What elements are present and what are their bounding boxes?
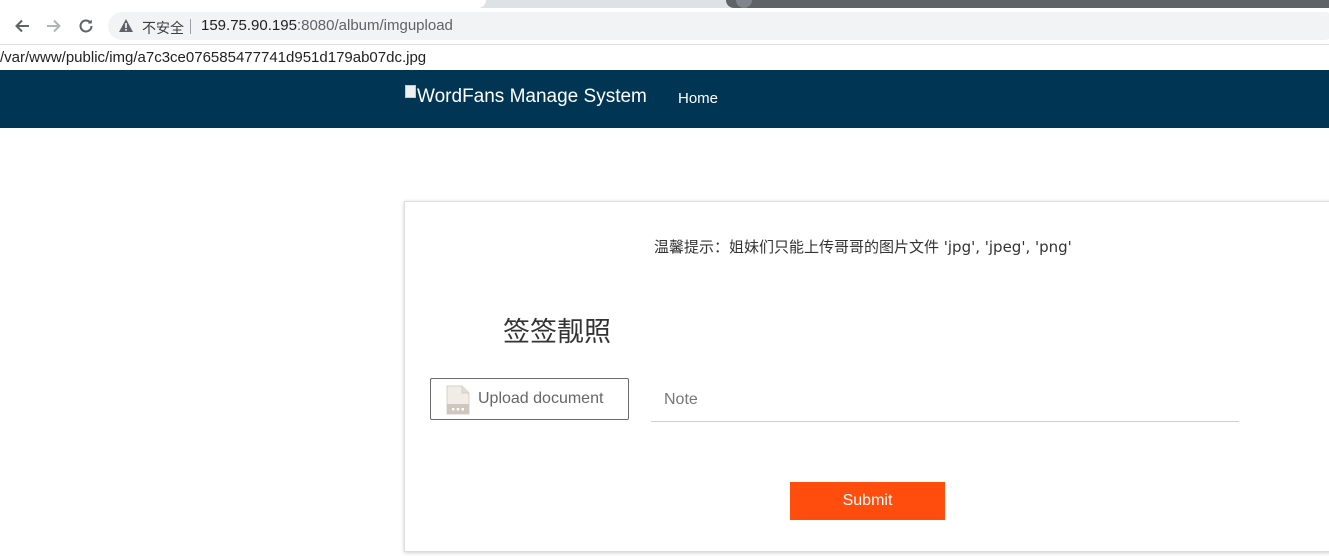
note-input[interactable] <box>651 378 1239 422</box>
browser-toolbar: 不安全 159.75.90.195:8080/album/imgupload <box>0 8 1329 45</box>
arrow-left-icon <box>15 19 29 33</box>
back-button[interactable] <box>10 14 34 38</box>
broken-image-icon <box>405 85 416 98</box>
logo-alt-text: Word <box>417 86 463 107</box>
reload-icon <box>79 19 93 33</box>
url-host: 159.75.90.195 <box>201 17 297 34</box>
debug-output-path: /var/www/public/img/a7c3ce076585477741d9… <box>0 49 427 66</box>
security-status[interactable]: 不安全 <box>142 18 184 38</box>
address-bar[interactable]: 不安全 159.75.90.195:8080/album/imgupload <box>108 12 1329 40</box>
top-navbar: Word Fans Manage System Home <box>0 70 1329 128</box>
reload-button[interactable] <box>74 14 98 38</box>
document-icon <box>446 385 470 415</box>
upload-document-button[interactable]: Upload document <box>430 378 629 420</box>
address-separator <box>190 19 191 34</box>
browser-tab-strip <box>0 0 1329 8</box>
arrow-right-icon <box>47 19 61 33</box>
nav-home-link[interactable]: Home <box>678 90 718 107</box>
address-url[interactable]: 159.75.90.195:8080/album/imgupload <box>201 17 453 34</box>
broken-image-logo: Word <box>405 85 463 108</box>
url-path: :8080/album/imgupload <box>296 17 453 34</box>
brand-link[interactable]: Word Fans Manage System <box>405 85 647 108</box>
form-title: 签签靓照 <box>503 317 611 348</box>
upload-tip: 温馨提示：姐妹们只能上传哥哥的图片文件 'jpg', 'jpeg', 'png' <box>654 238 1072 256</box>
brand-title: Fans Manage System <box>462 86 647 107</box>
upload-document-label: Upload document <box>478 390 604 407</box>
forward-button[interactable] <box>42 14 66 38</box>
upload-form-card: 温馨提示：姐妹们只能上传哥哥的图片文件 'jpg', 'jpeg', 'png'… <box>404 201 1329 552</box>
warning-icon[interactable] <box>118 18 134 33</box>
browser-tab-other[interactable] <box>726 0 1329 8</box>
browser-tab-active[interactable] <box>0 0 486 8</box>
submit-button[interactable]: Submit <box>790 482 945 520</box>
tab-favicon-icon <box>736 0 752 8</box>
